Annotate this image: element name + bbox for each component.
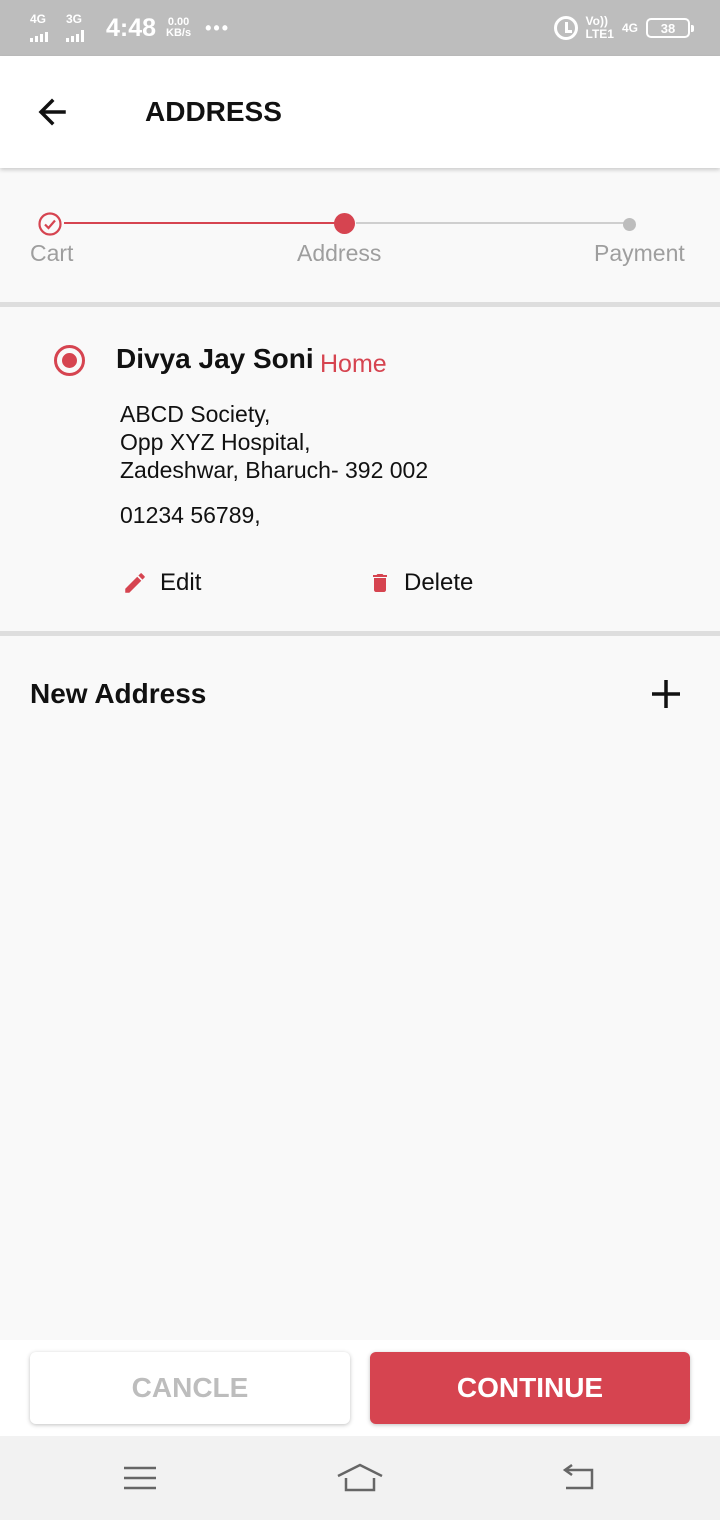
arrow-left-icon [38,98,66,126]
continue-button[interactable]: CONTINUE [370,1352,690,1424]
more-notifications-icon: ••• [205,17,231,38]
home-icon[interactable] [336,1462,384,1494]
address-name: Divya Jay Soni [116,343,314,374]
status-bar: 4G 3G 4:48 0.00 KB/s ••• Vo)) LTE1 4G 38 [0,0,720,56]
edit-button[interactable]: Edit [122,566,201,600]
system-nav-bar [0,1436,720,1520]
step-label-cart[interactable]: Cart [30,240,73,267]
address-tag: Home [320,350,387,378]
pencil-icon [125,573,145,593]
checkout-stepper: Cart Address Payment [0,168,720,302]
signal-4g-icon: 4G [30,12,60,44]
battery-level: 38 [660,20,676,36]
delete-label: Delete [404,569,474,596]
address-line-1: ABCD Society, [120,401,271,427]
stepper-line-pending [356,222,624,224]
status-time: 4:48 [106,13,157,42]
step-address-indicator [334,213,355,234]
status-bar-left: 4G 3G 4:48 0.00 KB/s ••• [30,10,230,46]
stepper-line-done [64,222,336,224]
address-select-radio[interactable] [54,345,85,376]
network-type: 4G [621,21,638,35]
back-nav-icon[interactable] [558,1462,598,1494]
signal-3g-icon: 3G [66,12,96,44]
new-address-label[interactable]: New Address [30,678,206,710]
plus-icon [652,680,680,708]
volte-indicator: Vo)) LTE1 [586,15,614,41]
trash-icon [373,574,387,592]
step-payment-indicator [623,218,636,231]
add-address-button[interactable] [648,676,684,712]
speed-unit: KB/s [166,27,192,39]
step-label-payment[interactable]: Payment [594,240,685,267]
address-line-3: Zadeshwar, Bharuch- 392 002 [120,457,429,483]
signal-4g-label: 4G [30,12,47,26]
edit-label: Edit [160,569,202,596]
cancel-button[interactable]: CANCLE [30,1352,350,1424]
delete-button[interactable]: Delete [368,566,473,600]
battery-icon: 38 [646,18,694,38]
check-circle-icon [38,212,62,236]
step-label-address[interactable]: Address [297,240,381,267]
divider [0,302,720,307]
address-line-2: Opp XYZ Hospital, [120,429,311,455]
divider [0,631,720,636]
address-phone: 01234 56789, [120,502,261,528]
alarm-icon [553,16,578,40]
bottom-action-bar: CANCLE CONTINUE [0,1340,720,1436]
volte-bottom: LTE1 [585,27,614,41]
network-speed: 0.00 KB/s [166,17,191,39]
page-title: ADDRESS [145,96,282,127]
status-bar-right: Vo)) LTE1 4G 38 [553,12,694,44]
app-bar: ADDRESS [0,56,720,168]
back-button[interactable] [30,92,74,132]
signal-3g-label: 3G [66,12,83,26]
menu-icon[interactable] [120,1462,160,1494]
